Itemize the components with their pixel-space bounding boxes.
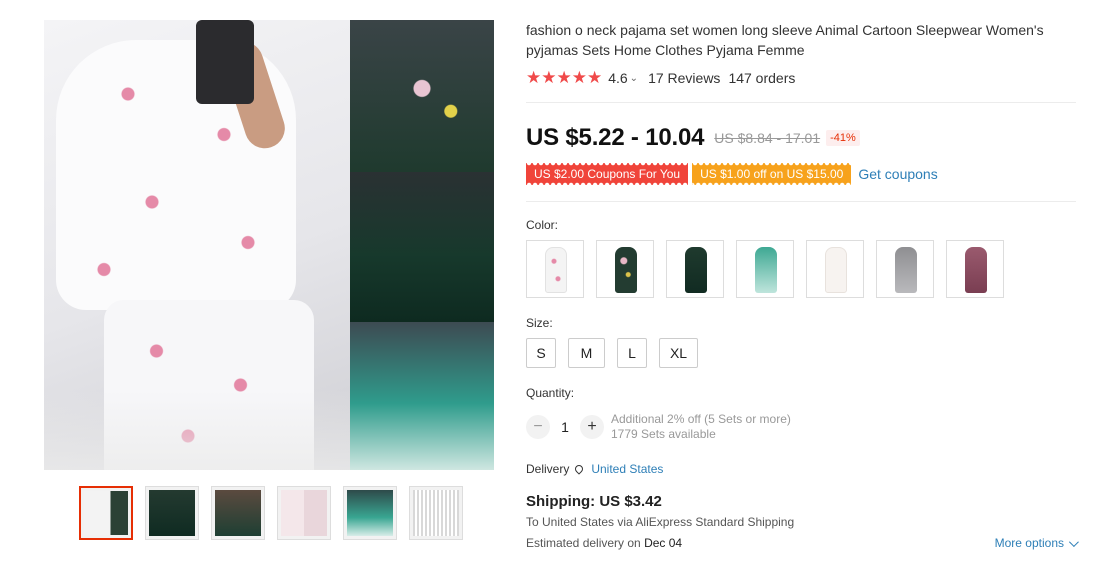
thumbnail-5[interactable] [343,486,397,540]
quantity-decrease-button[interactable]: − [526,415,550,439]
thumbnail-4[interactable] [277,486,331,540]
product-info: fashion o neck pajama set women long sle… [526,20,1079,550]
collage-green-leaf-outfit [350,172,494,322]
phone-graphic [196,20,254,104]
eta-date: Dec 04 [644,536,683,550]
main-image-flamingo-outfit [44,20,350,470]
coupon-badge-store[interactable]: US $2.00 Coupons For You [526,163,689,185]
color-swatch-grey-cami[interactable] [876,240,934,298]
color-label: Color: [526,218,559,232]
rating-stars-icon: ★★★★★ [526,68,603,87]
size-option-xl[interactable]: XL [659,338,698,368]
product-title: fashion o neck pajama set women long sle… [526,22,1044,58]
swatch-image [755,247,777,293]
thumbnail-6[interactable] [409,486,463,540]
thumbnail-strip [79,486,463,540]
collage-teal-leaf-outfit [350,322,494,470]
delivery-label: Delivery [526,462,570,476]
more-options-link[interactable]: More options [994,536,1079,550]
orders-count: 147 orders [728,70,796,86]
floor-graphic [44,390,350,470]
estimated-delivery: Estimated delivery on Dec 04 [526,536,682,550]
color-swatch-white-cami[interactable] [806,240,864,298]
main-product-image[interactable] [44,20,494,470]
discount-badge: -41% [826,130,860,146]
color-swatch-list [526,240,1004,298]
quantity-notes: Additional 2% off (5 Sets or more) 1779 … [611,412,791,442]
bulk-discount-note: Additional 2% off (5 Sets or more) [611,412,791,426]
thumbnail-2[interactable] [145,486,199,540]
more-options-label: More options [994,536,1064,550]
location-pin-icon [573,463,586,475]
thumbnail-image [215,490,261,536]
quantity-label: Quantity: [526,386,575,400]
swatch-image [965,247,987,293]
delivery-row: Delivery United States [526,462,663,476]
thumbnail-image [347,490,393,536]
size-option-m[interactable]: M [568,338,605,368]
divider [526,102,1076,103]
thumbnail-image [413,490,459,536]
reviews-link[interactable]: 17 Reviews [648,70,720,86]
size-option-list: S M L XL [526,338,710,368]
size-option-s[interactable]: S [526,338,556,368]
thumbnail-image [149,490,195,536]
price-row: US $5.22 - 10.04 US $8.84 - 17.01 -41% [526,124,860,152]
original-price: US $8.84 - 17.01 [714,130,821,146]
current-price: US $5.22 - 10.04 [526,124,705,151]
eta-prefix: Estimated delivery on [526,536,645,550]
color-swatch-purple-cami[interactable] [946,240,1004,298]
quantity-increase-button[interactable]: + [580,415,604,439]
coupon-badge-select[interactable]: US $1.00 off on US $15.00 [692,163,852,185]
swatch-image [825,247,847,293]
swatch-image [895,247,917,293]
delivery-country-link[interactable]: United States [591,462,663,476]
get-coupons-link[interactable]: Get coupons [858,166,937,182]
size-label: Size: [526,316,553,330]
shipping-method: To United States via AliExpress Standard… [526,515,795,529]
thumbnail-image [281,490,327,536]
swatch-image [545,247,567,293]
shipping-price: Shipping: US $3.42 [526,493,662,510]
chevron-down-icon[interactable]: ⌄ [630,73,638,84]
thumbnail-1[interactable] [79,486,133,540]
color-swatch-dark-green[interactable] [666,240,724,298]
rating-row: ★★★★★ 4.6 ⌄ 17 Reviews 147 orders [526,68,1076,88]
color-swatch-teal-leaf[interactable] [736,240,794,298]
thumbnail-3[interactable] [211,486,265,540]
color-swatch-floral[interactable] [596,240,654,298]
swatch-image [615,247,637,293]
quantity-input[interactable]: 1 [550,419,580,435]
chevron-down-icon [1068,536,1079,547]
color-swatch-flamingo[interactable] [526,240,584,298]
divider [526,201,1076,202]
thumbnail-image [84,491,128,535]
stock-available: 1779 Sets available [611,427,716,441]
swatch-image [685,247,707,293]
size-option-l[interactable]: L [617,338,647,368]
coupon-row: US $2.00 Coupons For You US $1.00 off on… [526,163,938,185]
collage-floral-outfit [350,20,494,172]
rating-value[interactable]: 4.6 [608,70,627,86]
quantity-stepper: − 1 + Additional 2% off (5 Sets or more)… [526,412,791,442]
